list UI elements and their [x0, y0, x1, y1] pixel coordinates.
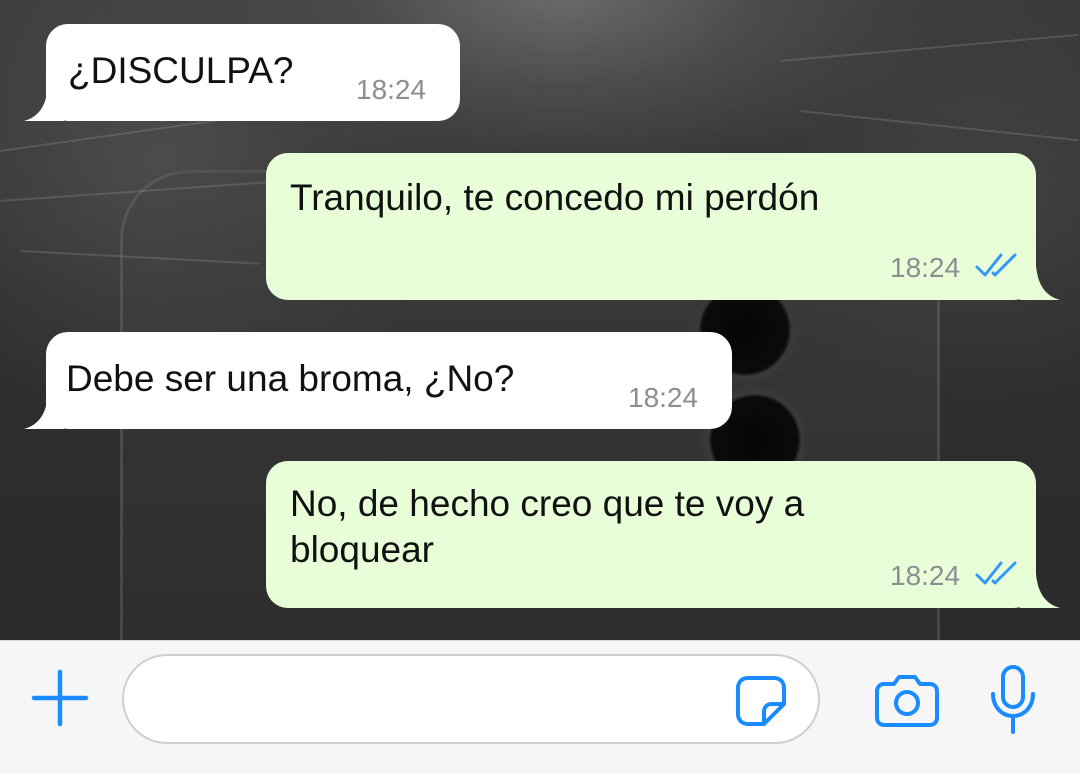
bubble-tail [24, 87, 64, 121]
message-time: 18:24 [356, 74, 427, 105]
message-bubble-incoming[interactable]: Debe ser una broma, ¿No? 18:24 [24, 332, 732, 429]
plus-icon [31, 669, 89, 727]
message-bubble-outgoing[interactable]: Tranquilo, te concedo mi perdón 18:24 [266, 153, 1060, 300]
message-text: ¿DISCULPA? [68, 50, 294, 91]
sticker-button[interactable] [734, 674, 788, 728]
message-bubble-outgoing[interactable]: No, de hecho creo que te voy a bloquear … [266, 461, 1060, 608]
message-text: Tranquilo, te concedo mi perdón [290, 177, 820, 218]
microphone-button[interactable] [988, 664, 1038, 736]
message-bubble-incoming[interactable]: ¿DISCULPA? 18:24 [24, 24, 460, 121]
message-time: 18:24 [890, 560, 961, 591]
message-time: 18:24 [628, 382, 699, 413]
read-ticks-icon [975, 253, 1017, 277]
bubble-tail [1020, 574, 1060, 608]
message-text: No, de hecho creo que te voy a bloquear [290, 483, 805, 570]
message-text: Debe ser una broma, ¿No? [66, 358, 515, 399]
message-time: 18:24 [890, 252, 961, 283]
bubble-tail [24, 395, 64, 429]
bubble-tail [1020, 266, 1060, 300]
attach-button[interactable] [30, 668, 90, 728]
microphone-icon [991, 665, 1035, 734]
read-ticks-icon [975, 561, 1017, 585]
sticker-icon [736, 676, 786, 726]
message-list: ¿DISCULPA? 18:24 Tranquilo, te concedo m… [0, 0, 1080, 640]
camera-icon [875, 675, 939, 727]
message-input[interactable] [122, 654, 820, 744]
camera-button[interactable] [874, 672, 940, 728]
